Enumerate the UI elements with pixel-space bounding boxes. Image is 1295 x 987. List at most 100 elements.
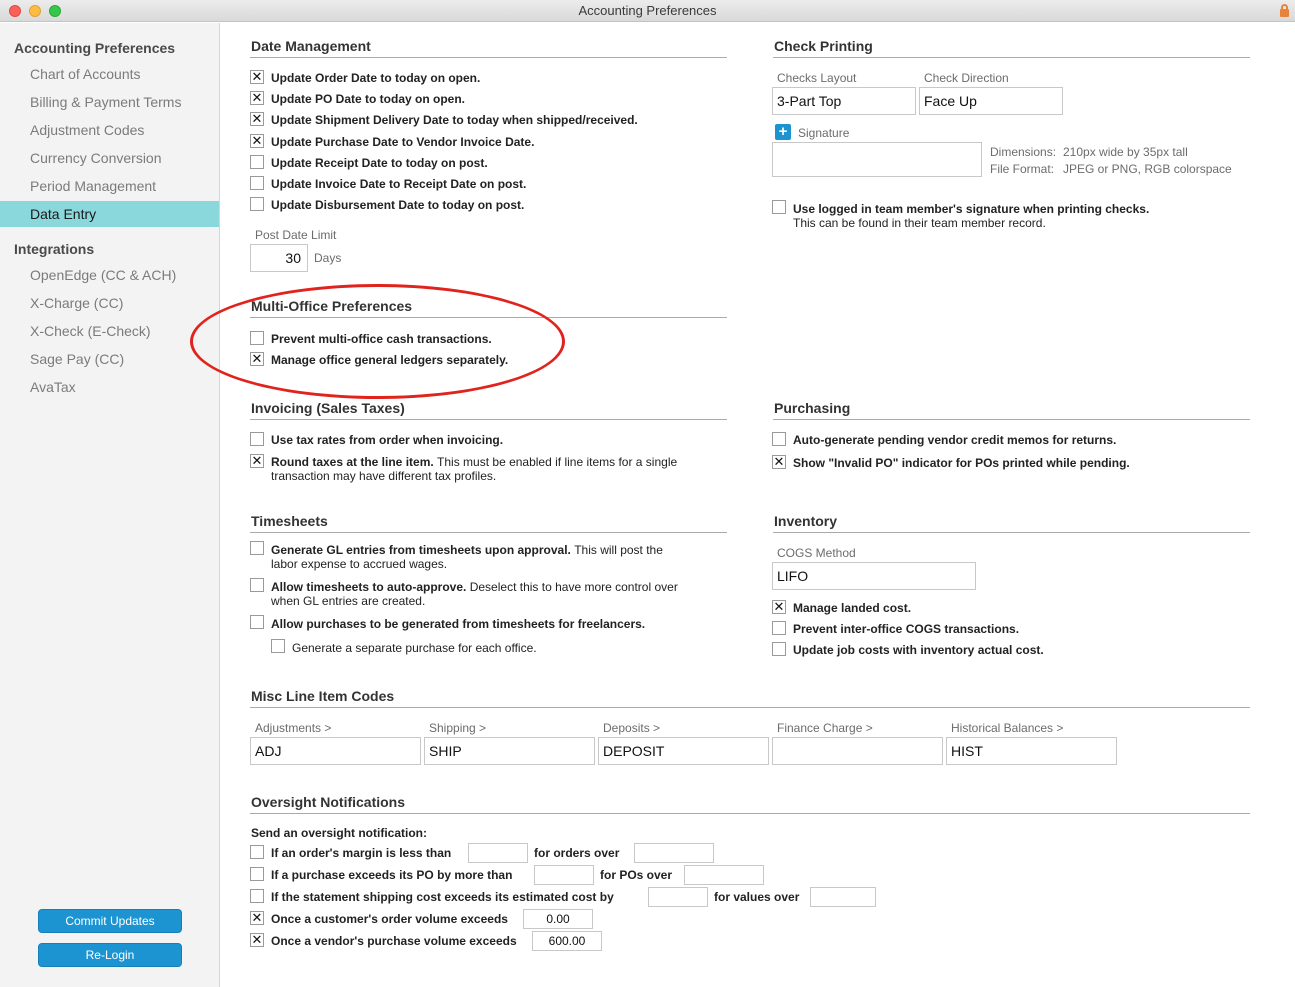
- sidebar-integrations-heading[interactable]: Integrations: [14, 241, 94, 257]
- days-label: Days: [314, 251, 342, 265]
- label-update-order-date: Update Order Date to today on open.: [271, 71, 481, 85]
- deposits-link[interactable]: Deposits >: [603, 721, 660, 735]
- sidebar-item-avatax[interactable]: AvaTax: [0, 374, 219, 400]
- checkbox-update-job-costs[interactable]: [772, 642, 786, 656]
- label-pos-over: for POs over: [600, 868, 673, 882]
- orders-over-input[interactable]: [634, 843, 714, 863]
- label-auto-approve: Allow timesheets to auto-approve. Desele…: [271, 580, 678, 594]
- close-window-button[interactable]: [9, 5, 21, 17]
- label-update-invoice-date: Update Invoice Date to Receipt Date on p…: [271, 177, 527, 191]
- checkbox-update-po-date[interactable]: ✕: [250, 91, 264, 105]
- checkbox-auto-approve[interactable]: [250, 578, 264, 592]
- dimensions-value: 210px wide by 35px tall: [1063, 145, 1188, 159]
- misc-codes-section: Misc Line Item Codes: [250, 688, 1250, 708]
- cogs-method-select[interactable]: LIFO: [772, 562, 976, 590]
- label-update-shipment-date: Update Shipment Delivery Date to today w…: [271, 113, 638, 127]
- invoicing-section: Invoicing (Sales Taxes): [250, 400, 727, 420]
- finance-charge-code-input[interactable]: [772, 737, 943, 765]
- checks-layout-label: Checks Layout: [777, 71, 857, 85]
- checkbox-use-tax-rates[interactable]: [250, 432, 264, 446]
- label-use-tax-rates: Use tax rates from order when invoicing.: [271, 433, 504, 447]
- sidebar-item-openedge[interactable]: OpenEdge (CC & ACH): [0, 262, 219, 288]
- label-margin-less-than: If an order's margin is less than: [271, 846, 452, 860]
- check-direction-select[interactable]: Face Up: [919, 87, 1063, 115]
- round-taxes-note: transaction may have different tax profi…: [271, 469, 497, 483]
- section-title: Purchasing: [774, 400, 851, 416]
- oversight-intro: Send an oversight notification:: [251, 826, 428, 840]
- checkbox-round-taxes[interactable]: ✕: [250, 454, 264, 468]
- dimensions-label: Dimensions:: [990, 145, 1057, 159]
- checkbox-invalid-po-indicator[interactable]: ✕: [772, 455, 786, 469]
- sidebar-item-chart-of-accounts[interactable]: Chart of Accounts: [0, 61, 219, 87]
- sidebar-item-period-management[interactable]: Period Management: [0, 173, 219, 199]
- purchasing-section: Purchasing: [773, 400, 1250, 420]
- relogin-button[interactable]: Re-Login: [38, 943, 182, 967]
- checkbox-auto-generate-credit-memos[interactable]: [772, 432, 786, 446]
- shipping-link[interactable]: Shipping >: [429, 721, 486, 735]
- margin-input[interactable]: [468, 843, 528, 863]
- checkbox-update-invoice-date[interactable]: [250, 176, 264, 190]
- window-title: Accounting Preferences: [578, 3, 717, 18]
- checkbox-allow-purchases[interactable]: [250, 615, 264, 629]
- section-title: Date Management: [251, 38, 371, 54]
- label-update-receipt-date: Update Receipt Date to today on post.: [271, 156, 488, 170]
- post-date-limit-input[interactable]: 30: [250, 244, 308, 272]
- label-generate-gl-entries: Generate GL entries from timesheets upon…: [271, 543, 663, 557]
- section-title: Oversight Notifications: [251, 794, 406, 810]
- zoom-window-button[interactable]: [49, 5, 61, 17]
- sidebar-heading[interactable]: Accounting Preferences: [14, 40, 175, 56]
- label-customer-volume: Once a customer's order volume exceeds: [271, 912, 508, 926]
- timesheets-section: Timesheets: [250, 513, 727, 533]
- adjustments-code-input[interactable]: ADJ: [250, 737, 421, 765]
- checkbox-update-purchase-date[interactable]: ✕: [250, 134, 264, 148]
- sidebar-item-x-charge[interactable]: X-Charge (CC): [0, 290, 219, 316]
- adjustments-link[interactable]: Adjustments >: [255, 721, 331, 735]
- shipping-exceeds-input[interactable]: [648, 887, 708, 907]
- label-use-signature: Use logged in team member's signature wh…: [793, 202, 1150, 216]
- checkbox-manage-landed-cost[interactable]: ✕: [772, 600, 786, 614]
- historical-balances-code-input[interactable]: HIST: [946, 737, 1117, 765]
- checkbox-margin-less-than[interactable]: [250, 845, 264, 859]
- label-auto-generate-credit-memos: Auto-generate pending vendor credit memo…: [793, 433, 1117, 447]
- deposits-code-input[interactable]: DEPOSIT: [598, 737, 769, 765]
- sidebar-item-x-check[interactable]: X-Check (E-Check): [0, 318, 219, 344]
- check-printing-section: Check Printing: [773, 38, 1250, 58]
- values-over-input[interactable]: [810, 887, 876, 907]
- checkbox-separate-purchase[interactable]: [271, 639, 285, 653]
- checkbox-update-order-date[interactable]: ✕: [250, 70, 264, 84]
- use-signature-note: This can be found in their team member r…: [793, 216, 1046, 230]
- customer-volume-input[interactable]: 0.00: [523, 909, 593, 929]
- checks-layout-select[interactable]: 3-Part Top: [772, 87, 916, 115]
- po-exceeds-input[interactable]: [534, 865, 594, 885]
- checkbox-update-receipt-date[interactable]: [250, 155, 264, 169]
- section-title: Check Printing: [774, 38, 873, 54]
- minimize-window-button[interactable]: [29, 5, 41, 17]
- label-allow-purchases: Allow purchases to be generated from tim…: [271, 617, 646, 631]
- commit-updates-button[interactable]: Commit Updates: [38, 909, 182, 933]
- generate-gl-note: labor expense to accrued wages.: [271, 557, 448, 571]
- add-signature-icon[interactable]: +: [775, 124, 791, 140]
- section-title: Inventory: [774, 513, 838, 529]
- checkbox-generate-gl-entries[interactable]: [250, 541, 264, 555]
- checkbox-prevent-inter-office-cogs[interactable]: [772, 621, 786, 635]
- lock-icon[interactable]: [1280, 4, 1289, 18]
- finance-charge-link[interactable]: Finance Charge >: [777, 721, 873, 735]
- historical-balances-link[interactable]: Historical Balances >: [951, 721, 1063, 735]
- checkbox-vendor-volume[interactable]: ✕: [250, 933, 264, 947]
- checkbox-use-signature[interactable]: [772, 200, 786, 214]
- pos-over-input[interactable]: [684, 865, 764, 885]
- checkbox-update-shipment-date[interactable]: ✕: [250, 112, 264, 126]
- sidebar-item-data-entry[interactable]: Data Entry: [0, 201, 219, 227]
- checkbox-shipping-cost-exceeds[interactable]: [250, 889, 264, 903]
- sidebar-item-billing[interactable]: Billing & Payment Terms: [0, 89, 219, 115]
- sidebar-item-currency-conversion[interactable]: Currency Conversion: [0, 145, 219, 171]
- checkbox-update-disbursement-date[interactable]: [250, 197, 264, 211]
- checkbox-purchase-exceeds-po[interactable]: [250, 867, 264, 881]
- signature-image-well[interactable]: [772, 142, 982, 177]
- sidebar-item-adjustment-codes[interactable]: Adjustment Codes: [0, 117, 219, 143]
- label-update-po-date: Update PO Date to today on open.: [271, 92, 466, 106]
- checkbox-customer-volume[interactable]: ✕: [250, 911, 264, 925]
- shipping-code-input[interactable]: SHIP: [424, 737, 595, 765]
- sidebar-item-sage-pay[interactable]: Sage Pay (CC): [0, 346, 219, 372]
- vendor-volume-input[interactable]: 600.00: [532, 931, 602, 951]
